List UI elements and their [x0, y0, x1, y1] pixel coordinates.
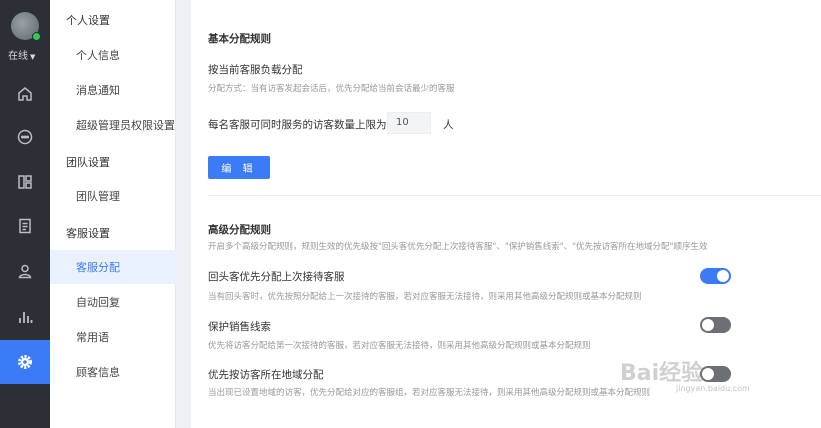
rule-returning-toggle[interactable]: [700, 268, 731, 284]
load-allocation-desc: 分配方式：当有访客发起会话后，优先分配给当前会话最少的客服: [208, 84, 455, 94]
toggle-knob: [702, 368, 714, 380]
rule-returning-title: 回头客优先分配上次接待客服: [208, 271, 345, 283]
online-status-dot: [32, 32, 41, 41]
rule-region-toggle[interactable]: [700, 366, 731, 382]
chat-icon[interactable]: [0, 115, 50, 159]
main-nav: 在线 ▼: [0, 0, 50, 428]
sidebar-item-service-allocation[interactable]: 客服分配: [50, 250, 176, 284]
user-icon[interactable]: [0, 249, 50, 293]
rule-region-desc: 当出现已设置地域的访客，优先分配给对应的客服组，若对应客服无法接待，则采用其他高…: [208, 388, 651, 398]
settings-sidebar: 个人设置 个人信息 消息通知 超级管理员权限设置 团队设置 团队管理 客服设置 …: [50, 0, 176, 428]
sidebar-group-service: 客服设置: [66, 227, 110, 240]
load-allocation-title: 按当前客服负载分配: [208, 64, 303, 76]
rule-protect-desc: 优先将访客分配给第一次接待的客服，若对应客服无法接待，则采用其他高级分配规则或基…: [208, 341, 591, 351]
sidebar-group-personal: 个人设置: [66, 14, 110, 27]
rule-protect-title: 保护销售线索: [208, 321, 271, 333]
toggle-knob: [702, 319, 714, 331]
limit-unit: 人: [443, 119, 454, 131]
status-dropdown[interactable]: 在线 ▼: [8, 47, 35, 62]
basic-rules-title: 基本分配规则: [208, 33, 271, 45]
sidebar-item-team-management[interactable]: 团队管理: [50, 179, 176, 213]
rule-returning-desc: 当有回头客时，优先按照分配给上一次接待的客服，若对应客服无法接待，则采用其他高级…: [208, 292, 642, 302]
divider: [208, 195, 821, 196]
document-icon[interactable]: [0, 204, 50, 248]
advanced-rules-title: 高级分配规则: [208, 224, 271, 236]
rule-region-title: 优先按访客所在地域分配: [208, 369, 324, 381]
watermark: Bai经验: [620, 361, 704, 386]
sidebar-item-personal-info[interactable]: 个人信息: [50, 38, 176, 72]
sidebar-item-quick-phrases[interactable]: 常用语: [50, 320, 176, 354]
status-label: 在线: [8, 51, 28, 62]
sidebar-group-team: 团队设置: [66, 156, 110, 169]
settings-icon[interactable]: [0, 340, 50, 384]
sidebar-item-admin-permissions[interactable]: 超级管理员权限设置: [50, 108, 176, 142]
limit-input[interactable]: 10: [387, 112, 431, 134]
dashboard-icon[interactable]: [0, 160, 50, 204]
toggle-knob: [717, 270, 729, 282]
limit-label: 每名客服可同时服务的访客数量上限为: [208, 119, 387, 131]
avatar[interactable]: [11, 12, 41, 41]
stats-icon[interactable]: [0, 295, 50, 339]
home-icon[interactable]: [0, 72, 50, 116]
rule-protect-toggle[interactable]: [700, 317, 731, 333]
sidebar-item-customer-info[interactable]: 顾客信息: [50, 355, 176, 389]
edit-button[interactable]: 编 辑: [208, 156, 270, 179]
sidebar-item-notifications[interactable]: 消息通知: [50, 73, 176, 107]
watermark-url: jingyan.baidu.com: [676, 384, 750, 393]
sidebar-item-auto-reply[interactable]: 自动回复: [50, 285, 176, 319]
allocation-panel: 基本分配规则 按当前客服负载分配 分配方式：当有访客发起会话后，优先分配给当前会…: [191, 0, 821, 428]
advanced-rules-desc: 开启多个高级分配规则，规则生效的优先级按"回头客优先分配上次接待客服"、"保护销…: [208, 242, 708, 252]
chevron-down-icon: ▼: [30, 53, 36, 61]
